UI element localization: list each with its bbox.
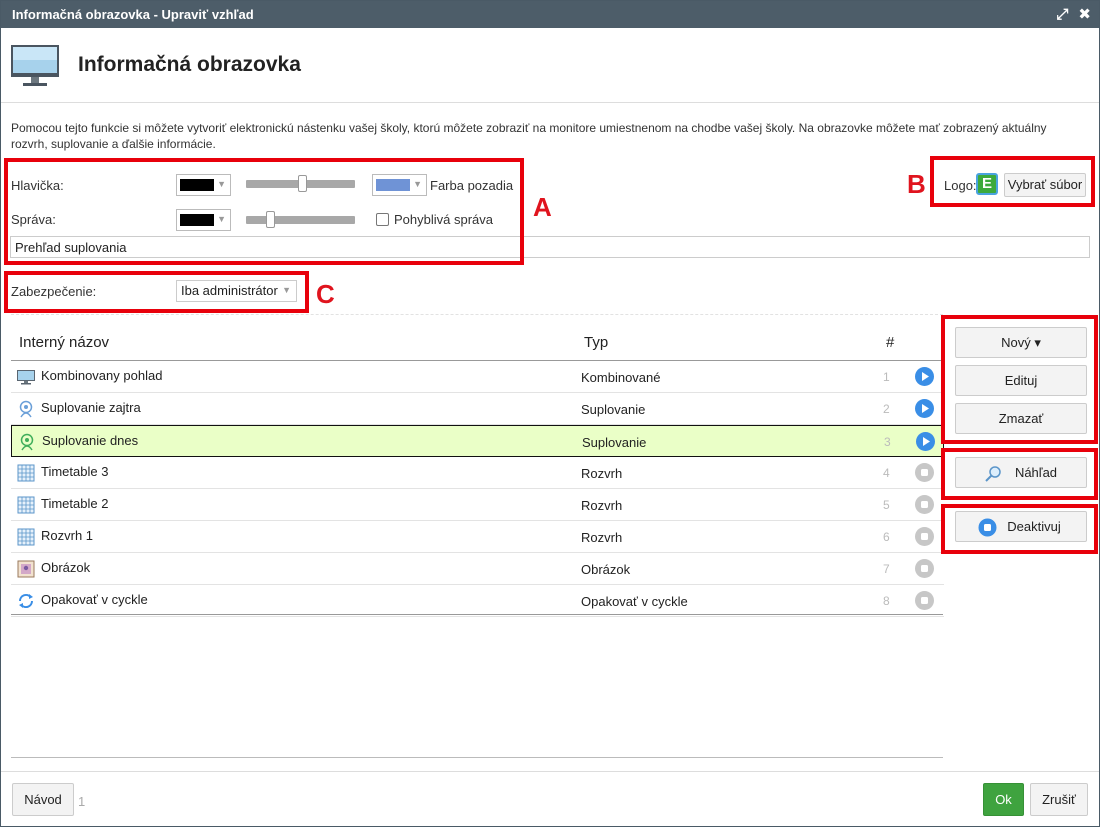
grid-icon xyxy=(17,496,35,514)
section-divider xyxy=(11,314,943,315)
new-button[interactable]: Nový ▾ xyxy=(955,327,1087,358)
title-bar: Informačná obrazovka - Upraviť vzhľad ⤢ … xyxy=(1,1,1099,28)
grid-icon xyxy=(17,528,35,546)
annotation-letter-c: C xyxy=(316,279,335,309)
row-type: Rozvrh xyxy=(581,498,623,513)
ok-button[interactable]: Ok xyxy=(983,783,1024,816)
row-type: Suplovanie xyxy=(582,435,647,450)
screens-table: Interný názov Typ # Kombinovany pohlad K… xyxy=(11,326,944,617)
window-title: Informačná obrazovka - Upraviť vzhľad xyxy=(12,7,254,22)
guide-button[interactable]: Návod xyxy=(12,783,74,816)
row-name: Rozvrh 1 xyxy=(41,528,94,543)
table-row[interactable]: Suplovanie zajtra Suplovanie 2 xyxy=(11,393,944,425)
table-header: Interný názov Typ # xyxy=(11,326,944,361)
preview-button[interactable]: Náhľad xyxy=(955,457,1087,488)
stop-icon[interactable] xyxy=(915,463,934,482)
maximize-icon[interactable]: ⤢ xyxy=(1056,1,1068,28)
table-row[interactable]: Timetable 3 Rozvrh 4 xyxy=(11,457,944,489)
stop-circle-icon xyxy=(978,518,997,537)
row-type: Kombinované xyxy=(581,370,661,385)
play-icon[interactable] xyxy=(915,399,934,418)
row-number: 4 xyxy=(883,466,890,480)
row-number: 5 xyxy=(883,498,890,512)
row-number: 2 xyxy=(883,402,890,416)
grid-icon xyxy=(17,464,35,482)
row-type: Suplovanie xyxy=(581,402,646,417)
chevron-down-icon: ▼ xyxy=(282,285,291,295)
monitor-icon xyxy=(11,45,59,86)
deactivate-button[interactable]: Deaktivuj xyxy=(955,511,1087,542)
close-icon[interactable]: ✖ xyxy=(1078,1,1091,28)
row-type: Rozvrh xyxy=(581,466,623,481)
monitor-icon xyxy=(17,370,35,385)
row-name: Suplovanie zajtra xyxy=(41,400,141,415)
annotation-letter-b: B xyxy=(907,169,926,199)
row-name: Suplovanie dnes xyxy=(42,433,139,448)
annotation-letter-a: A xyxy=(533,192,552,222)
table-row[interactable]: Rozvrh 1 Rozvrh 6 xyxy=(11,521,944,553)
row-number: 7 xyxy=(883,562,890,576)
row-name: Timetable 2 xyxy=(41,496,109,511)
stop-icon[interactable] xyxy=(915,527,934,546)
page-title: Informačná obrazovka xyxy=(78,53,301,76)
substitution-icon xyxy=(19,400,33,418)
logo-letter: E xyxy=(981,175,992,192)
substitution-icon xyxy=(20,433,34,451)
play-icon[interactable] xyxy=(915,367,934,386)
row-number: 8 xyxy=(883,594,890,608)
choose-file-button[interactable]: Vybrať súbor xyxy=(1004,173,1086,197)
table-bottom-border xyxy=(11,614,943,615)
stop-icon[interactable] xyxy=(915,495,934,514)
stop-icon[interactable] xyxy=(915,559,934,578)
row-name: Kombinovany pohlad xyxy=(41,368,163,383)
table-row[interactable]: Opakovať v cyckle Opakovať v cyckle 8 xyxy=(11,585,944,617)
image-icon xyxy=(17,560,35,578)
column-header-number[interactable]: # xyxy=(886,334,894,351)
logo-label: Logo: xyxy=(944,178,977,193)
row-number: 1 xyxy=(883,370,890,384)
table-row[interactable]: Kombinovany pohlad Kombinované 1 xyxy=(11,361,944,393)
security-select[interactable]: Iba administrátor ▼ xyxy=(176,280,297,302)
preview-label: Náhľad xyxy=(1014,465,1058,480)
row-name: Opakovať v cyckle xyxy=(41,592,148,607)
play-icon[interactable] xyxy=(916,432,935,451)
guide-count: 1 xyxy=(78,794,86,809)
dialog: Informačná obrazovka - Upraviť vzhľad ⤢ … xyxy=(0,0,1100,827)
page-header: Informačná obrazovka xyxy=(1,28,1099,103)
row-type: Obrázok xyxy=(581,562,631,577)
cancel-button[interactable]: Zrušiť xyxy=(1030,783,1088,816)
row-type: Rozvrh xyxy=(581,530,623,545)
table-row[interactable]: Timetable 2 Rozvrh 5 xyxy=(11,489,944,521)
magnifier-icon xyxy=(985,466,1001,482)
row-type: Opakovať v cyckle xyxy=(581,594,688,609)
column-header-name[interactable]: Interný názov xyxy=(19,334,109,351)
security-label: Zabezpečenie: xyxy=(11,284,97,299)
dialog-footer: Návod 1 Ok Zrušiť xyxy=(1,771,1099,828)
row-number: 6 xyxy=(883,530,890,544)
edit-button[interactable]: Edituj xyxy=(955,365,1087,396)
table-row-selected[interactable]: Suplovanie dnes Suplovanie 3 xyxy=(11,425,944,457)
annotation-box-a xyxy=(4,158,524,265)
stop-icon[interactable] xyxy=(915,591,934,610)
intro-text: Pomocou tejto funkcie si môžete vytvoriť… xyxy=(11,121,1047,151)
delete-button[interactable]: Zmazať xyxy=(955,403,1087,434)
security-value: Iba administrátor xyxy=(181,283,278,298)
deactivate-label: Deaktivuj xyxy=(1007,519,1061,534)
column-header-type[interactable]: Typ xyxy=(584,334,608,351)
row-name: Obrázok xyxy=(41,560,91,575)
row-number: 3 xyxy=(884,435,891,449)
logo-badge: E xyxy=(976,173,998,195)
table-row[interactable]: Obrázok Obrázok 7 xyxy=(11,553,944,585)
row-name: Timetable 3 xyxy=(41,464,109,479)
cycle-icon xyxy=(18,593,34,609)
content-bottom-line xyxy=(11,757,943,758)
